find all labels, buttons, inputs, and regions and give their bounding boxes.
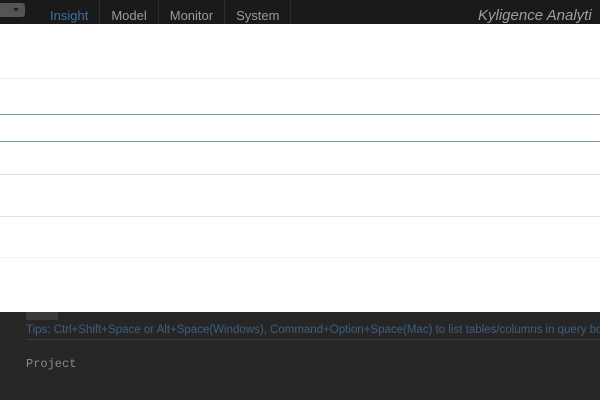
query-tips-text: Tips: Ctrl+Shift+Space or Alt+Space(Wind…: [26, 324, 600, 340]
project-label: Project: [26, 357, 77, 371]
nav-tabs: Insight Model Monitor System: [39, 0, 292, 24]
editor-divider: [0, 114, 600, 115]
editor-divider: [0, 174, 600, 175]
tab-model[interactable]: Model: [100, 0, 159, 24]
tab-system[interactable]: System: [225, 0, 292, 24]
app-root: Insight Model Monitor System Kyligence A…: [0, 0, 600, 400]
brand-logo-text: Kyligence Analyti: [478, 7, 592, 24]
chevron-down-icon: [12, 8, 19, 12]
editor-divider: [0, 78, 600, 79]
top-navbar: Insight Model Monitor System Kyligence A…: [0, 0, 600, 24]
tab-monitor[interactable]: Monitor: [159, 0, 226, 24]
editor-divider: [0, 141, 600, 142]
editor-divider: [0, 216, 600, 217]
editor-divider: [0, 257, 600, 258]
query-editor[interactable]: [0, 24, 600, 312]
editor-resize-handle[interactable]: [26, 312, 58, 320]
tab-insight[interactable]: Insight: [39, 0, 101, 24]
project-dropdown-toggle[interactable]: [0, 3, 25, 17]
